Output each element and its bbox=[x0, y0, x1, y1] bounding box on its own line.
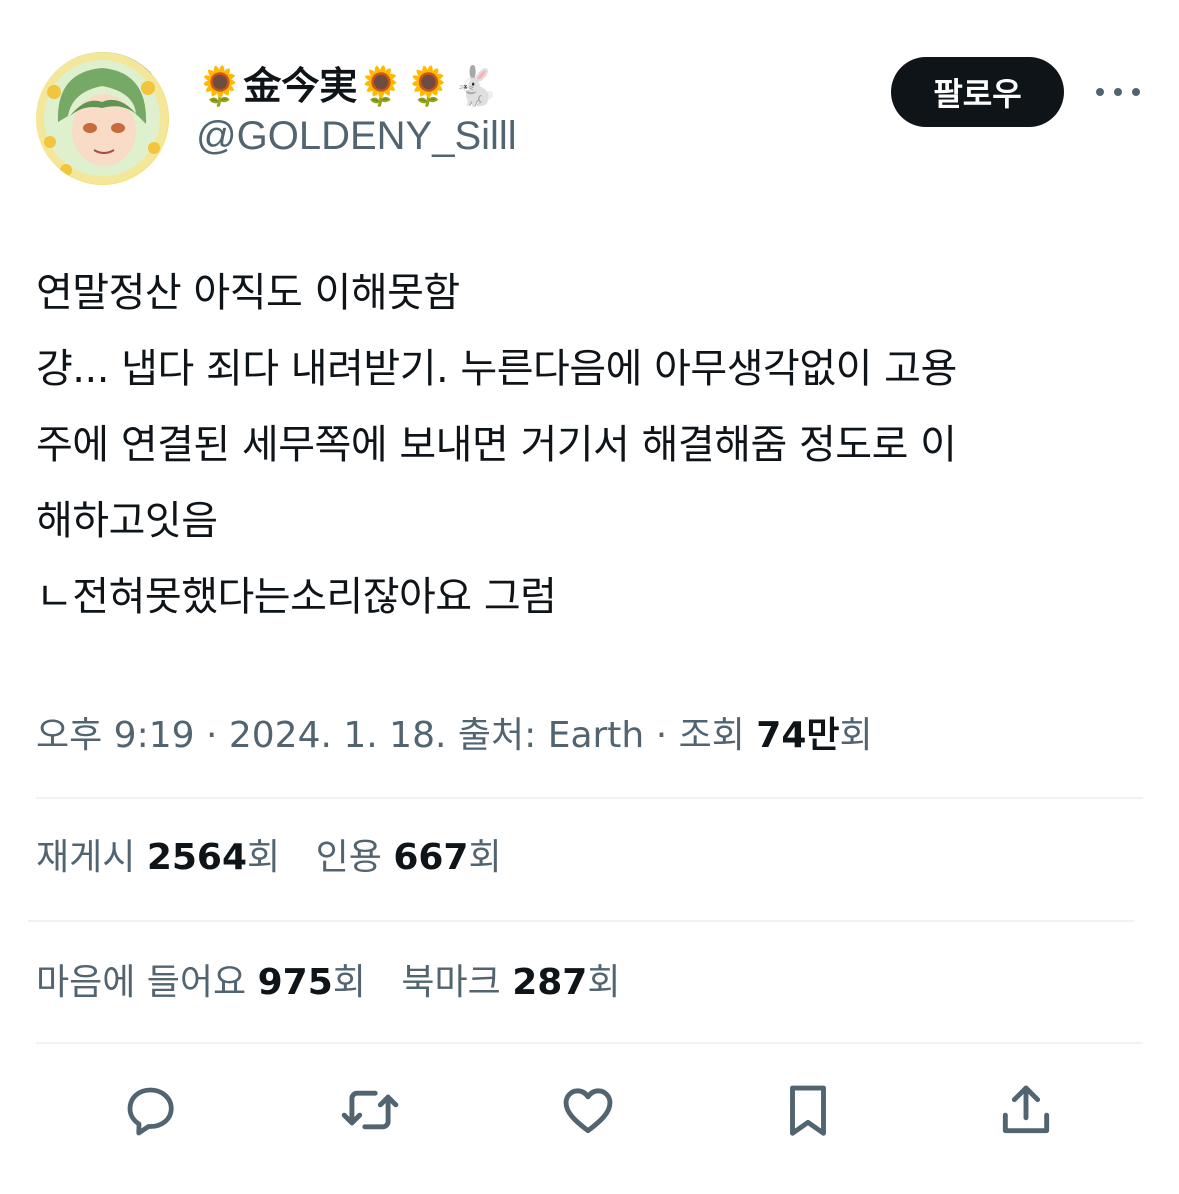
action-bar bbox=[0, 1070, 1179, 1150]
tweet-line: ㄴ전혀못했다는소리잖아요 그럼 bbox=[36, 574, 557, 620]
dot bbox=[1096, 88, 1104, 96]
separator: · bbox=[655, 715, 679, 756]
display-name[interactable]: 🌻金今実🌻🌻🐇 bbox=[196, 60, 517, 112]
source: Earth bbox=[547, 715, 645, 756]
reply-icon[interactable] bbox=[116, 1076, 184, 1144]
tweet-time[interactable]: 오후 9:19 bbox=[36, 715, 195, 756]
retweets-stat[interactable]: 재게시 2564회 bbox=[36, 837, 292, 878]
retweets-count: 2564 bbox=[146, 837, 248, 878]
unit: 회 bbox=[247, 837, 281, 878]
avatar-image bbox=[36, 52, 168, 184]
source-label: 출처: bbox=[457, 715, 537, 756]
views-count: 74만 bbox=[756, 715, 840, 756]
dot bbox=[1114, 88, 1122, 96]
likes-stat[interactable]: 마음에 들어요 975회 bbox=[36, 962, 377, 1003]
avatar[interactable] bbox=[36, 52, 169, 185]
follow-button[interactable]: 팔로우 bbox=[891, 57, 1064, 127]
likes-label: 마음에 들어요 bbox=[36, 962, 247, 1003]
bookmark-icon[interactable] bbox=[774, 1076, 842, 1144]
views-suffix: 회 bbox=[839, 715, 873, 756]
tweet-date[interactable]: 2024. 1. 18. bbox=[229, 715, 447, 756]
tweet-header: 🌻金今実🌻🌻🐇 @GOLDENY_Silll 팔로우 bbox=[36, 52, 1146, 192]
stats-row-reposts: 재게시 2564회 인용 667회 bbox=[36, 830, 1146, 886]
quotes-stat[interactable]: 인용 667회 bbox=[316, 837, 502, 878]
tweet-line: 연말정산 아직도 이해못함 bbox=[36, 270, 460, 316]
divider bbox=[36, 1042, 1143, 1044]
tweet-meta: 오후 9:19 · 2024. 1. 18. 출처: Earth · 조회 74… bbox=[36, 708, 1146, 764]
unit: 회 bbox=[587, 962, 621, 1003]
bookmarks-count: 287 bbox=[512, 962, 588, 1003]
bookmarks-stat[interactable]: 북마크 287회 bbox=[401, 962, 620, 1003]
share-icon[interactable] bbox=[992, 1076, 1060, 1144]
tweet-line: 해하고잇음 bbox=[36, 498, 218, 544]
divider bbox=[36, 797, 1143, 799]
dot bbox=[1132, 88, 1140, 96]
like-icon[interactable] bbox=[554, 1076, 622, 1144]
views-label: 조회 bbox=[678, 715, 745, 756]
retweets-label: 재게시 bbox=[36, 837, 136, 878]
quotes-count: 667 bbox=[393, 837, 469, 878]
more-options-icon[interactable] bbox=[1096, 72, 1140, 112]
quotes-label: 인용 bbox=[315, 837, 382, 878]
tweet-line: 걍... 냅다 죄다 내려받기. 누른다음에 아무생각없이 고용 bbox=[36, 346, 957, 392]
unit: 회 bbox=[468, 837, 502, 878]
tweet-text: 연말정산 아직도 이해못함 걍... 냅다 죄다 내려받기. 누른다음에 아무생… bbox=[36, 255, 1146, 635]
divider bbox=[28, 920, 1134, 922]
stats-row-likes: 마음에 들어요 975회 북마크 287회 bbox=[36, 955, 1146, 1011]
unit: 회 bbox=[332, 962, 366, 1003]
likes-count: 975 bbox=[257, 962, 333, 1003]
separator: · bbox=[205, 715, 229, 756]
retweet-icon[interactable] bbox=[336, 1076, 404, 1144]
bookmarks-label: 북마크 bbox=[401, 962, 501, 1003]
user-handle[interactable]: @GOLDENY_Silll bbox=[196, 112, 517, 160]
tweet-line: 주에 연결된 세무쪽에 보내면 거기서 해결해줌 정도로 이 bbox=[36, 422, 957, 468]
